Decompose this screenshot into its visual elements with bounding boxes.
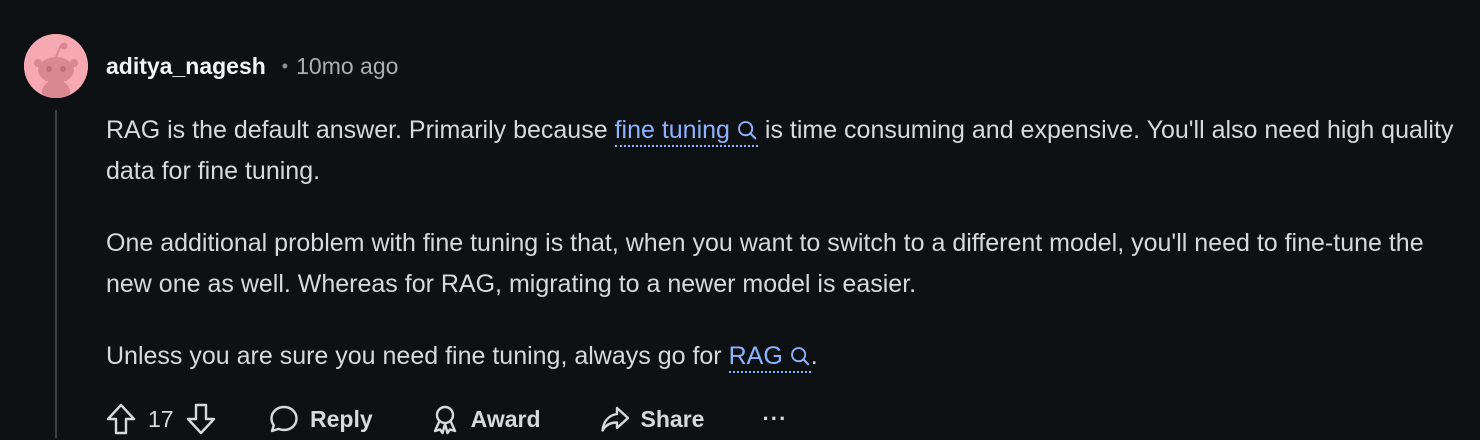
search-icon: [738, 121, 757, 140]
vote-count: 17: [148, 405, 174, 432]
username[interactable]: aditya_nagesh: [106, 53, 266, 80]
comment-paragraph: Unless you are sure you need fine tuning…: [106, 336, 1466, 377]
reply-label: Reply: [310, 405, 373, 432]
reply-button[interactable]: Reply: [268, 403, 373, 435]
reply-icon: [270, 405, 298, 433]
avatar[interactable]: [24, 34, 88, 98]
search-link-label: fine tuning: [614, 116, 730, 144]
upvote-button[interactable]: [100, 398, 142, 440]
downvote-icon: [186, 403, 216, 435]
comment: aditya_nagesh • 10mo ago RAG is the defa…: [0, 0, 1480, 438]
comment-paragraph: RAG is the default answer. Primarily bec…: [106, 110, 1466, 192]
more-icon: ···: [762, 406, 788, 431]
comment-paragraph: One additional problem with fine tuning …: [106, 229, 1424, 298]
comment-body: RAG is the default answer. Primarily bec…: [106, 110, 1466, 408]
share-button[interactable]: Share: [599, 403, 705, 435]
award-button[interactable]: Award: [429, 403, 541, 435]
paragraph-text: Unless you are sure you need fine tuning…: [106, 342, 729, 370]
award-label: Award: [470, 405, 541, 432]
search-link-rag[interactable]: RAG: [728, 342, 811, 373]
award-icon: [433, 405, 456, 435]
timestamp[interactable]: 10mo ago: [296, 53, 398, 80]
search-link-label: RAG: [728, 342, 783, 370]
upvote-icon: [106, 403, 136, 435]
comment-actions: 17 Reply Award Share ···: [100, 398, 787, 440]
paragraph-text: RAG is the default answer. Primarily bec…: [106, 116, 615, 144]
thread-line[interactable]: [55, 110, 57, 438]
share-icon: [600, 406, 629, 432]
vote-group: 17: [100, 398, 222, 440]
more-options-button[interactable]: ···: [762, 406, 787, 432]
meta-separator: •: [281, 55, 289, 76]
share-label: Share: [640, 405, 705, 432]
search-link-fine-tuning[interactable]: fine tuning: [614, 116, 758, 147]
downvote-button[interactable]: [180, 398, 222, 440]
search-icon: [790, 347, 810, 366]
snoo-avatar-icon: [24, 34, 88, 98]
comment-header: aditya_nagesh • 10mo ago: [106, 52, 398, 80]
paragraph-text: .: [810, 342, 818, 370]
